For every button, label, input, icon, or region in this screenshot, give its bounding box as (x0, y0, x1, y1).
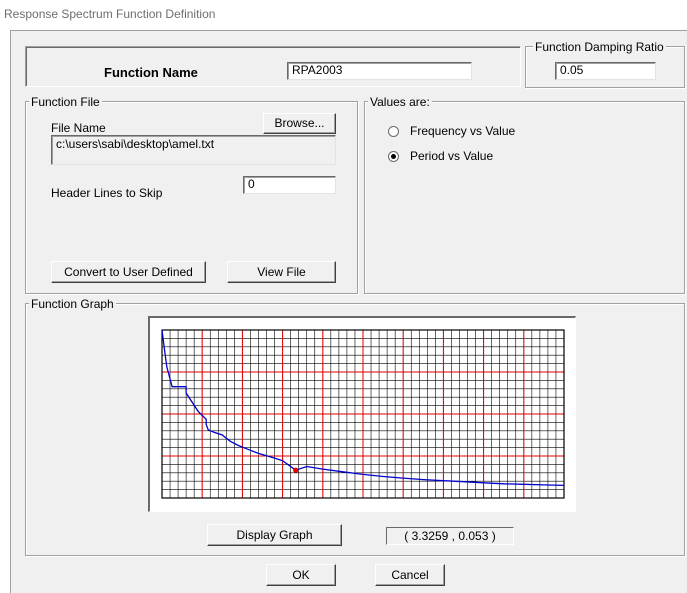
period-vs-value-radio[interactable] (388, 151, 399, 162)
function-name-input[interactable]: RPA2003 (287, 62, 472, 80)
frequency-vs-value-radio[interactable] (388, 126, 399, 137)
function-name-label: Function Name (104, 65, 198, 80)
function-graph-label: Function Graph (29, 297, 116, 311)
period-vs-value-label[interactable]: Period vs Value (410, 149, 493, 163)
browse-button[interactable]: Browse... (263, 113, 336, 134)
cursor-marker (293, 467, 299, 473)
file-name-label: File Name (51, 121, 106, 135)
function-graph-chart (161, 329, 565, 499)
values-are-label: Values are: (368, 95, 432, 109)
convert-to-user-defined-button[interactable]: Convert to User Defined (51, 261, 206, 283)
coordinate-readout: ( 3.3259 , 0.053 ) (386, 527, 514, 545)
ok-button[interactable]: OK (266, 564, 336, 586)
header-lines-input[interactable]: 0 (243, 176, 336, 194)
display-graph-button[interactable]: Display Graph (207, 524, 342, 546)
function-graph-plot-frame (148, 316, 576, 512)
damping-ratio-label: Function Damping Ratio (533, 40, 666, 54)
header-lines-label: Header Lines to Skip (51, 186, 163, 200)
view-file-button[interactable]: View File (227, 261, 336, 283)
dialog-body: Function Name RPA2003 Function Damping R… (10, 30, 687, 593)
cancel-button[interactable]: Cancel (375, 564, 445, 586)
window-title: Response Spectrum Function Definition (0, 0, 687, 28)
frequency-vs-value-label[interactable]: Frequency vs Value (410, 124, 515, 138)
file-path-field: c:\users\sabi\desktop\amel.txt (51, 135, 336, 165)
damping-ratio-input[interactable]: 0.05 (555, 62, 656, 80)
function-file-label: Function File (29, 95, 102, 109)
